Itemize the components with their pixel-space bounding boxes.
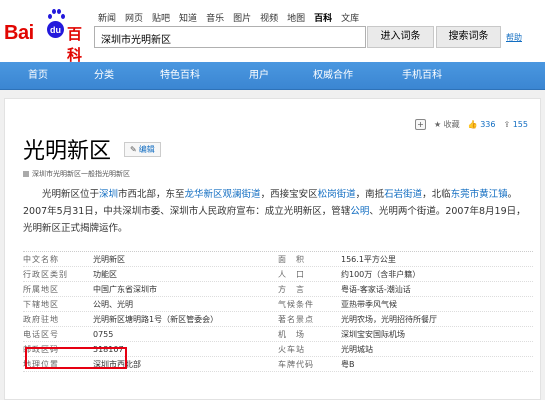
nav-link-web[interactable]: 网页 [125,11,143,24]
pencil-icon: ✎ [130,145,137,154]
table-row: 下辖地区 公明、光明 气候条件 亚热带季风气候 [23,297,533,312]
like-button[interactable]: 👍 336 [468,120,496,129]
add-icon[interactable]: + [414,119,426,130]
main-nav-partners[interactable]: 权威合作 [313,62,353,90]
link-airport[interactable]: 深圳宝安国际机场 [341,327,531,342]
paw-icon [48,9,65,21]
nav-link-news[interactable]: 新闻 [98,11,116,24]
share-button[interactable]: ⇪ 155 [503,120,528,129]
nav-link-video[interactable]: 视频 [260,11,278,24]
table-row: 中文名称 光明新区面 积 156.1平方公里 [23,252,533,267]
main-nav-mobile[interactable]: 手机百科 [402,62,442,90]
link-songgang[interactable]: 松岗街道 [318,189,356,200]
main-nav-users[interactable]: 用户 [249,62,269,90]
summary-paragraph: 光明新区位于深圳市西北部，东至龙华新区观澜街道，西接宝安区松岗街道，南抵石岩街道… [23,189,526,234]
like-count: 336 [480,120,496,129]
link-shiyan[interactable]: 石岩街道 [384,189,422,200]
logo-baike: 百科 [67,25,83,64]
search-input[interactable]: 深圳市光明新区 [94,26,366,48]
logo-du: du [47,21,64,38]
nav-link-map[interactable]: 地图 [287,11,305,24]
search-entry-button[interactable]: 搜索词条 [436,26,501,48]
enter-entry-button[interactable]: 进入词条 [367,26,434,48]
nav-link-images[interactable]: 图片 [233,11,251,24]
logo-bai: Bai [4,22,34,44]
link-guanlan[interactable]: 龙华新区观澜街道 [185,189,261,200]
nav-link-music[interactable]: 音乐 [206,11,224,24]
link-station[interactable]: 光明城站 [341,342,531,357]
share-icon: ⇪ [503,120,511,129]
link-shenzhen[interactable]: 深圳 [99,189,118,200]
disambiguation-note: 深圳市光明新区一般指光明新区 [23,169,130,179]
link-dialect[interactable]: 粤语-客家话-潮汕话 [341,282,531,297]
info-icon [23,171,29,177]
main-nav-home[interactable]: 首页 [28,62,48,90]
table-row: 所属地区 中国广东省深圳市方 言粤语-客家话-潮汕话 [23,282,533,297]
link-huangjiang[interactable]: 东莞市黄江镇 [451,189,508,200]
share-count: 155 [512,120,528,129]
table-row: 行政区类别 功能区人 口约100万（含非户籍） [23,267,533,282]
thumbs-up-icon: 👍 [467,120,478,129]
main-nav-category[interactable]: 分类 [94,62,114,90]
nav-link-wenku[interactable]: 文库 [341,11,359,24]
nav-link-zhidao[interactable]: 知道 [179,11,197,24]
favorite-button[interactable]: ★ 收藏 [434,119,460,130]
nav-link-baike[interactable]: 百科 [314,11,332,24]
top-nav: 新闻 网页 贴吧 知道 音乐 图片 视频 地图 百科 文库 [98,11,359,24]
main-nav-bar: 首页 分类 特色百科 用户 权威合作 手机百科 [0,62,545,90]
main-nav-featured[interactable]: 特色百科 [160,62,200,90]
header: Bai du 百科 新闻 网页 贴吧 知道 音乐 图片 视频 地图 百科 文库 … [0,0,545,64]
link-gongming[interactable]: 公明 [350,206,369,217]
star-icon: ★ [433,120,442,129]
entry-card: + ★ 收藏 👍 336 ⇪ 155 光明新区 ✎ 编辑 深圳市光明新区一般指光明… [4,98,541,400]
nav-link-tieba[interactable]: 贴吧 [152,11,170,24]
edit-button[interactable]: ✎ 编辑 [124,142,161,157]
help-link[interactable]: 帮助 [506,32,522,43]
table-row: 政府驻地 光明新区塘明路1号（新区管委会） 著名景点 光明农场，光明招待所餐厅 [23,312,533,327]
postal-code-highlight-box [25,347,127,369]
table-row: 电话区号 0755 机 场深圳宝安国际机场 [23,327,533,342]
page-title: 光明新区 [23,139,112,164]
link-climate[interactable]: 亚热带季风气候 [341,297,531,312]
entry-tools: + ★ 收藏 👍 336 ⇪ 155 [414,119,528,130]
